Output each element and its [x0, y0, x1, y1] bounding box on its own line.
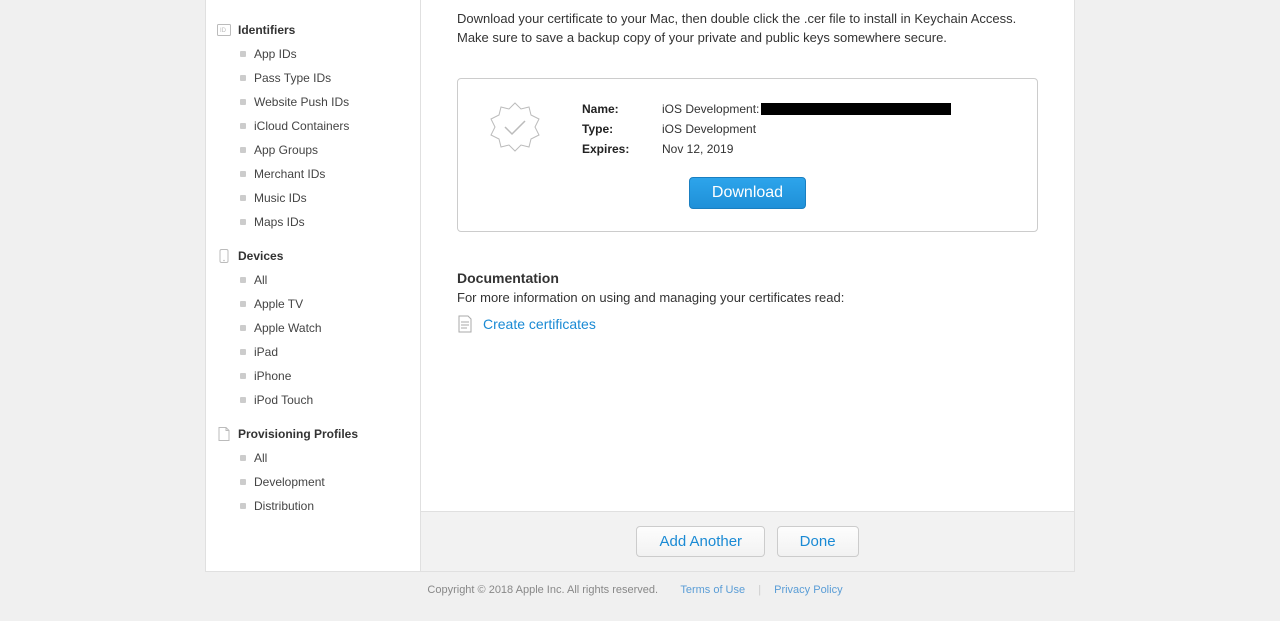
- document-icon: [216, 426, 232, 442]
- download-button[interactable]: Download: [689, 177, 806, 209]
- separator: |: [758, 584, 761, 596]
- certificate-card: Name: iOS Development: Type: iOS Develop…: [457, 78, 1038, 232]
- sidebar-item-merchant-ids[interactable]: Merchant IDs: [240, 162, 410, 186]
- sidebar-item-development[interactable]: Development: [240, 470, 410, 494]
- terms-of-use-link[interactable]: Terms of Use: [680, 584, 745, 596]
- page-footer: Copyright © 2018 Apple Inc. All rights r…: [205, 572, 1075, 608]
- sidebar-item-label: All: [254, 451, 267, 465]
- bullet-icon: [240, 219, 246, 225]
- bullet-icon: [240, 75, 246, 81]
- certificate-badge-icon: [484, 99, 546, 159]
- cert-name-redacted: [761, 103, 951, 115]
- sidebar-header-provisioning: Provisioning Profiles: [216, 418, 410, 446]
- sidebar-item-label: Music IDs: [254, 191, 307, 205]
- bullet-icon: [240, 51, 246, 57]
- sidebar-header-identifiers: ID Identifiers: [216, 14, 410, 42]
- add-another-button[interactable]: Add Another: [636, 526, 765, 557]
- sidebar-section-provisioning: Provisioning Profiles All Development Di…: [216, 418, 410, 518]
- bullet-icon: [240, 479, 246, 485]
- sidebar-item-label: Apple TV: [254, 297, 303, 311]
- document-text-icon: [457, 315, 473, 333]
- main-content: Download your certificate to your Mac, t…: [421, 0, 1074, 571]
- sidebar-item-label: Pass Type IDs: [254, 71, 331, 85]
- bullet-icon: [240, 123, 246, 129]
- certificate-details: Name: iOS Development: Type: iOS Develop…: [582, 99, 1011, 159]
- sidebar-item-pass-type-ids[interactable]: Pass Type IDs: [240, 66, 410, 90]
- cert-name-prefix: iOS Development:: [662, 102, 759, 116]
- bullet-icon: [240, 349, 246, 355]
- bullet-icon: [240, 373, 246, 379]
- sidebar-item-apple-tv[interactable]: Apple TV: [240, 292, 410, 316]
- bullet-icon: [240, 99, 246, 105]
- sidebar-item-label: Maps IDs: [254, 215, 305, 229]
- sidebar-item-app-groups[interactable]: App Groups: [240, 138, 410, 162]
- sidebar-section-identifiers: ID Identifiers App IDs Pass Type IDs Web…: [216, 14, 410, 234]
- cert-expires-label: Expires:: [582, 142, 662, 156]
- sidebar-section-devices: Devices All Apple TV Apple Watch iPad iP…: [216, 240, 410, 412]
- sidebar-item-devices-all[interactable]: All: [240, 268, 410, 292]
- sidebar-item-label: iCloud Containers: [254, 119, 349, 133]
- sidebar-item-label: All: [254, 273, 267, 287]
- action-bar: Add Another Done: [421, 511, 1074, 571]
- sidebar-item-label: App IDs: [254, 47, 297, 61]
- sidebar-item-iphone[interactable]: iPhone: [240, 364, 410, 388]
- svg-text:ID: ID: [220, 28, 227, 34]
- cert-name-value: iOS Development:: [662, 102, 951, 116]
- sidebar-item-music-ids[interactable]: Music IDs: [240, 186, 410, 210]
- sidebar-item-maps-ids[interactable]: Maps IDs: [240, 210, 410, 234]
- copyright-text: Copyright © 2018 Apple Inc. All rights r…: [427, 584, 658, 596]
- create-certificates-link[interactable]: Create certificates: [483, 316, 596, 332]
- sidebar-item-app-ids[interactable]: App IDs: [240, 42, 410, 66]
- bullet-icon: [240, 147, 246, 153]
- sidebar-title: Provisioning Profiles: [238, 427, 358, 441]
- sidebar-item-label: iPod Touch: [254, 393, 313, 407]
- sidebar-item-label: Website Push IDs: [254, 95, 349, 109]
- sidebar-item-apple-watch[interactable]: Apple Watch: [240, 316, 410, 340]
- bullet-icon: [240, 325, 246, 331]
- done-button[interactable]: Done: [777, 526, 859, 557]
- sidebar-item-label: Merchant IDs: [254, 167, 325, 181]
- bullet-icon: [240, 195, 246, 201]
- bullet-icon: [240, 301, 246, 307]
- sidebar-item-label: Development: [254, 475, 325, 489]
- sidebar-item-label: App Groups: [254, 143, 318, 157]
- documentation-description: For more information on using and managi…: [457, 290, 1038, 305]
- sidebar-item-label: Distribution: [254, 499, 314, 513]
- sidebar-item-icloud-containers[interactable]: iCloud Containers: [240, 114, 410, 138]
- bullet-icon: [240, 277, 246, 283]
- id-card-icon: ID: [216, 22, 232, 38]
- cert-name-label: Name:: [582, 102, 662, 116]
- bullet-icon: [240, 503, 246, 509]
- sidebar-item-label: iPad: [254, 345, 278, 359]
- sidebar-item-label: iPhone: [254, 369, 291, 383]
- sidebar-header-devices: Devices: [216, 240, 410, 268]
- privacy-policy-link[interactable]: Privacy Policy: [774, 584, 842, 596]
- bullet-icon: [240, 455, 246, 461]
- documentation-heading: Documentation: [457, 270, 1038, 286]
- bullet-icon: [240, 397, 246, 403]
- cert-expires-value: Nov 12, 2019: [662, 142, 733, 156]
- sidebar-item-label: Apple Watch: [254, 321, 322, 335]
- sidebar-title: Identifiers: [238, 23, 295, 37]
- cert-type-value: iOS Development: [662, 122, 756, 136]
- sidebar: ID Identifiers App IDs Pass Type IDs Web…: [206, 0, 421, 571]
- sidebar-item-distribution[interactable]: Distribution: [240, 494, 410, 518]
- sidebar-item-ipod-touch[interactable]: iPod Touch: [240, 388, 410, 412]
- sidebar-item-website-push-ids[interactable]: Website Push IDs: [240, 90, 410, 114]
- sidebar-title: Devices: [238, 249, 283, 263]
- certificate-description: Download your certificate to your Mac, t…: [457, 10, 1038, 48]
- cert-type-label: Type:: [582, 122, 662, 136]
- phone-icon: [216, 248, 232, 264]
- sidebar-item-ipad[interactable]: iPad: [240, 340, 410, 364]
- sidebar-item-profiles-all[interactable]: All: [240, 446, 410, 470]
- bullet-icon: [240, 171, 246, 177]
